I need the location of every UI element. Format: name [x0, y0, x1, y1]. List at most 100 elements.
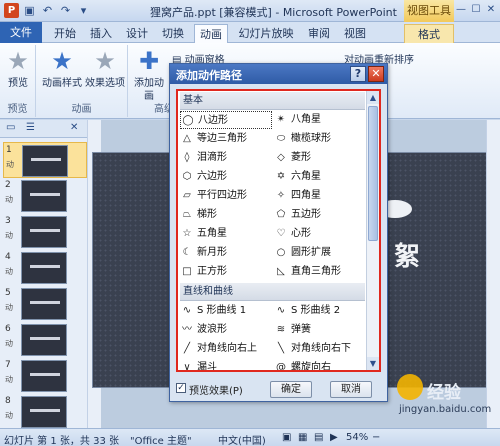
zoom-level[interactable]: 54%	[346, 432, 368, 443]
path-item-funnel[interactable]: ∨ 漏斗	[180, 359, 272, 370]
zoom-out-icon[interactable]: −	[372, 432, 380, 443]
slideshow-icon[interactable]: ▶	[330, 432, 338, 443]
save-icon[interactable]: ▣	[22, 3, 37, 18]
moon-icon: ☾	[182, 247, 192, 258]
path-item-parallelogram[interactable]: ▱ 平行四边形	[180, 187, 272, 205]
tab-insert[interactable]: 插入	[86, 24, 116, 43]
preview-button[interactable]: ★ 预览	[2, 47, 34, 90]
scroll-thumb[interactable]	[368, 106, 378, 241]
path-item-teardrop[interactable]: ◊ 泪滴形	[180, 149, 272, 167]
path-item-diagonal-up-right[interactable]: ╱ 对角线向右上	[180, 340, 272, 358]
path-item-label: 五边形	[291, 209, 321, 220]
tab-transitions[interactable]: 切换	[158, 24, 188, 43]
ok-button[interactable]: 确定	[270, 381, 312, 398]
path-item-label: 对角线向右上	[197, 343, 257, 354]
tab-format[interactable]: 格式	[404, 24, 454, 43]
path-item-circle-expand[interactable]: ○ 圆形扩展	[274, 244, 366, 262]
baidu-jingyan-watermark: 经验 jingyan.baidu.com	[395, 372, 495, 422]
path-item-5-point-star[interactable]: ☆ 五角星	[180, 225, 272, 243]
slide-anim-marker: 动	[5, 411, 13, 420]
close-pane-icon[interactable]: ✕	[70, 122, 78, 133]
slide-text[interactable]: 絮	[394, 236, 420, 273]
tab-animations[interactable]: 动画	[194, 24, 228, 43]
scroll-up-icon[interactable]: ▲	[367, 91, 379, 104]
slides-pane-header: ▭ ☰ ✕	[0, 120, 87, 138]
path-item-square[interactable]: □ 正方形	[180, 263, 272, 281]
tab-design[interactable]: 设计	[122, 24, 152, 43]
slide-anim-marker: 动	[5, 195, 13, 204]
animation-styles-button[interactable]: ★ 动画样式	[40, 47, 84, 90]
path-item-spiral-right[interactable]: @ 螺旋向右	[274, 359, 366, 372]
cancel-button[interactable]: 取消	[330, 381, 372, 398]
slide-thumbnail[interactable]: 4 动	[3, 250, 87, 286]
effect-options-button[interactable]: ★ 效果选项	[84, 47, 126, 90]
path-item-heart[interactable]: ♡ 心形	[274, 225, 366, 243]
spiral-icon: @	[276, 362, 286, 372]
diagonal-down-icon: ╲	[277, 343, 285, 354]
star8-icon: ✴	[276, 114, 286, 125]
path-item-label: 弹簧	[291, 324, 311, 335]
dialog-close-button[interactable]: ✕	[368, 66, 384, 82]
tab-slideshow[interactable]: 幻灯片放映	[234, 24, 298, 43]
slides-tab-icon[interactable]: ▭	[6, 122, 15, 133]
path-item-6-point-star[interactable]: ✡ 六角星	[274, 168, 366, 186]
slide-thumbnail[interactable]: 8 动	[3, 394, 87, 428]
tab-file[interactable]: 文件	[0, 22, 42, 43]
path-item-s-curve-1[interactable]: ∿ S 形曲线 1	[180, 302, 272, 320]
maximize-icon[interactable]: ☐	[469, 2, 483, 17]
path-item-8-point-star[interactable]: ✴ 八角星	[274, 111, 366, 129]
redo-icon[interactable]: ↷	[58, 3, 73, 18]
path-item-octagon[interactable]: ◯ 八边形	[180, 111, 272, 129]
spring-icon: ≋	[276, 324, 286, 335]
heart-icon: ♡	[276, 228, 286, 239]
theme-name[interactable]: "Office 主题"	[130, 432, 192, 446]
list-scrollbar[interactable]: ▲ ▼	[366, 91, 379, 370]
help-button[interactable]: ?	[350, 66, 366, 82]
hexagon-icon: ⬡	[182, 171, 192, 182]
path-item-trapezoid[interactable]: ⏢ 梯形	[180, 206, 272, 224]
tab-review[interactable]: 审阅	[304, 24, 334, 43]
preview-effect-checkbox[interactable]: ✓	[176, 383, 186, 393]
slide-thumbnail[interactable]: 5 动	[3, 286, 87, 322]
minimize-icon[interactable]: —	[454, 2, 468, 17]
path-item-label: 泪滴形	[197, 152, 227, 163]
scroll-down-icon[interactable]: ▼	[367, 357, 379, 370]
path-item-diamond[interactable]: ◇ 菱形	[274, 149, 366, 167]
path-item-label: 对角线向右下	[291, 343, 351, 354]
slide-thumbnail[interactable]: 3 动	[3, 214, 87, 250]
path-item-wave[interactable]: 〰波浪形	[180, 321, 272, 339]
motion-path-list[interactable]: 基本 ◯ 八边形 ✴ 八角星 △ 等边三角形 ⬭ 橄榄球形 ◊ 泪滴形 ◇ 菱形 ⬡ 六边形 …	[176, 89, 381, 372]
path-item-equilateral-triangle[interactable]: △ 等边三角形	[180, 130, 272, 148]
path-item-pentagon[interactable]: ⬠ 五边形	[274, 206, 366, 224]
close-icon[interactable]: ✕	[484, 2, 498, 17]
reading-view-icon[interactable]: ▤	[314, 432, 323, 443]
tab-home[interactable]: 开始	[50, 24, 80, 43]
slide-sorter-icon[interactable]: ▦	[298, 432, 307, 443]
path-item-s-curve-2[interactable]: ∿ S 形曲线 2	[274, 302, 366, 320]
path-item-football[interactable]: ⬭ 橄榄球形	[274, 130, 366, 148]
slide-thumbnail[interactable]: 7 动	[3, 358, 87, 394]
outline-tab-icon[interactable]: ☰	[26, 122, 35, 133]
path-item-crescent-moon[interactable]: ☾ 新月形	[180, 244, 272, 262]
normal-view-icon[interactable]: ▣	[282, 432, 291, 443]
undo-icon[interactable]: ↶	[40, 3, 55, 18]
tab-view[interactable]: 视图	[340, 24, 370, 43]
star5-icon: ☆	[182, 228, 192, 239]
path-item-spring[interactable]: ≋ 弹簧	[274, 321, 366, 339]
path-item-4-point-star[interactable]: ✧ 四角星	[274, 187, 366, 205]
slide-thumbnail[interactable]: 6 动	[3, 322, 87, 358]
path-item-label: 八角星	[291, 114, 321, 125]
language[interactable]: 中文(中国)	[218, 432, 266, 446]
diamond-icon: ◇	[277, 152, 285, 163]
watermark-url: jingyan.baidu.com	[399, 404, 492, 415]
path-item-diagonal-down-right[interactable]: ╲ 对角线向右下	[274, 340, 366, 358]
path-item-hexagon[interactable]: ⬡ 六边形	[180, 168, 272, 186]
add-animation-button[interactable]: ✚ 添加动画	[130, 47, 168, 103]
star4-icon: ✧	[276, 190, 286, 201]
dialog-footer: ✓ 预览效果(P) 确定 取消	[170, 376, 387, 402]
customize-qat-icon[interactable]: ▾	[76, 3, 91, 18]
slide-thumbnail[interactable]: 2 动	[3, 178, 87, 214]
path-item-right-triangle[interactable]: ◺ 直角三角形	[274, 263, 366, 281]
path-item-label: 八边形	[198, 115, 228, 126]
slide-thumbnail[interactable]: 1 动	[3, 142, 87, 178]
